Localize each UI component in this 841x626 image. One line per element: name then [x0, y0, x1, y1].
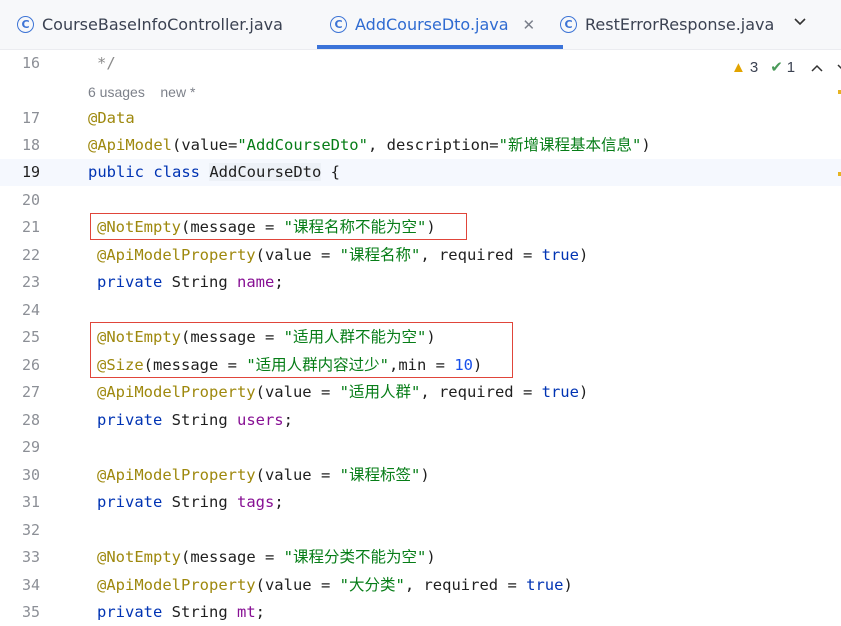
code-line: 17 @Data	[0, 105, 841, 132]
chevron-up-icon[interactable]	[811, 59, 823, 76]
line-number: 33	[21, 548, 40, 566]
line-number: 32	[21, 521, 40, 539]
line-number: 21	[21, 218, 40, 236]
line-number: 19	[21, 163, 40, 181]
code-line: 30 @ApiModelProperty(value = "课程标签")	[0, 462, 841, 489]
chevron-down-icon[interactable]	[793, 14, 807, 30]
code-text: private String users;	[97, 411, 293, 429]
editor-tab-bar: C CourseBaseInfoController.java C AddCou…	[0, 0, 841, 50]
line-number: 20	[21, 191, 40, 209]
class-file-icon: C	[17, 16, 34, 33]
code-text: @ApiModelProperty(value = "适用人群", requir…	[97, 383, 589, 401]
code-line: 20	[0, 187, 841, 214]
code-line: 23 private String name;	[0, 269, 841, 296]
code-line: 31 private String tags;	[0, 489, 841, 516]
code-line: 29	[0, 434, 841, 461]
annotation: @Data	[88, 109, 135, 127]
code-text: private String name;	[97, 273, 284, 291]
close-tab-icon[interactable]: ✕	[523, 16, 536, 34]
highlight-box	[90, 322, 513, 378]
code-line: 24	[0, 297, 841, 324]
class-file-icon: C	[330, 16, 347, 33]
highlight-box	[90, 213, 467, 240]
line-number: 30	[21, 466, 40, 484]
line-number: 17	[21, 109, 40, 127]
code-line: 22 @ApiModelProperty(value = "课程名称", req…	[0, 242, 841, 269]
tab-rest-error-response[interactable]: C RestErrorResponse.java	[560, 0, 774, 49]
code-text: @ApiModelProperty(value = "课程标签")	[97, 466, 430, 484]
code-text: private String tags;	[97, 493, 284, 511]
code-text: @ApiModel(value="AddCourseDto", descript…	[88, 136, 651, 154]
code-text: @ApiModelProperty(value = "课程名称", requir…	[97, 246, 589, 264]
code-line: 18 @ApiModel(value="AddCourseDto", descr…	[0, 132, 841, 159]
usages-count[interactable]: 6 usages	[88, 84, 145, 100]
line-number: 16	[21, 54, 40, 72]
line-number: 31	[21, 493, 40, 511]
line-number: 34	[21, 576, 40, 594]
inspection-widget[interactable]: ▲ 3 ✔ 1	[731, 58, 841, 76]
tab-label: RestErrorResponse.java	[585, 15, 775, 34]
line-number: 27	[21, 383, 40, 401]
line-number: 25	[21, 328, 40, 346]
tab-label: AddCourseDto.java	[355, 15, 509, 34]
ok-count: 1	[786, 58, 796, 76]
line-number: 24	[21, 301, 40, 319]
code-text: public class AddCourseDto {	[88, 163, 340, 181]
tab-course-base-info-controller[interactable]: C CourseBaseInfoController.java	[17, 0, 283, 49]
line-number: 26	[21, 356, 40, 374]
line-number: 18	[21, 136, 40, 154]
code-line: 33 @NotEmpty(message = "课程分类不能为空")	[0, 544, 841, 571]
tab-label: CourseBaseInfoController.java	[42, 15, 283, 34]
code-line: 32	[0, 517, 841, 544]
current-code-line: 19 public class AddCourseDto {	[0, 159, 841, 186]
line-number: 28	[21, 411, 40, 429]
code-line: 16 */	[0, 50, 841, 77]
warning-icon: ▲	[731, 58, 746, 76]
usages-hint[interactable]: 6 usages new *	[88, 81, 195, 103]
code-text: @ApiModelProperty(value = "大分类", require…	[97, 576, 573, 594]
author-status: new *	[160, 84, 196, 100]
line-number: 22	[21, 246, 40, 264]
code-line: 28 private String users;	[0, 407, 841, 434]
class-file-icon: C	[560, 16, 577, 33]
warning-count: 3	[749, 58, 759, 76]
line-number: 23	[21, 273, 40, 291]
code-text: @NotEmpty(message = "课程分类不能为空")	[97, 548, 436, 566]
code-text: */	[97, 54, 116, 72]
code-line: 27 @ApiModelProperty(value = "适用人群", req…	[0, 379, 841, 406]
tab-add-course-dto[interactable]: C AddCourseDto.java ✕	[316, 0, 564, 49]
check-icon: ✔	[770, 59, 783, 76]
line-number: 29	[21, 438, 40, 456]
code-line: 34 @ApiModelProperty(value = "大分类", requ…	[0, 572, 841, 599]
